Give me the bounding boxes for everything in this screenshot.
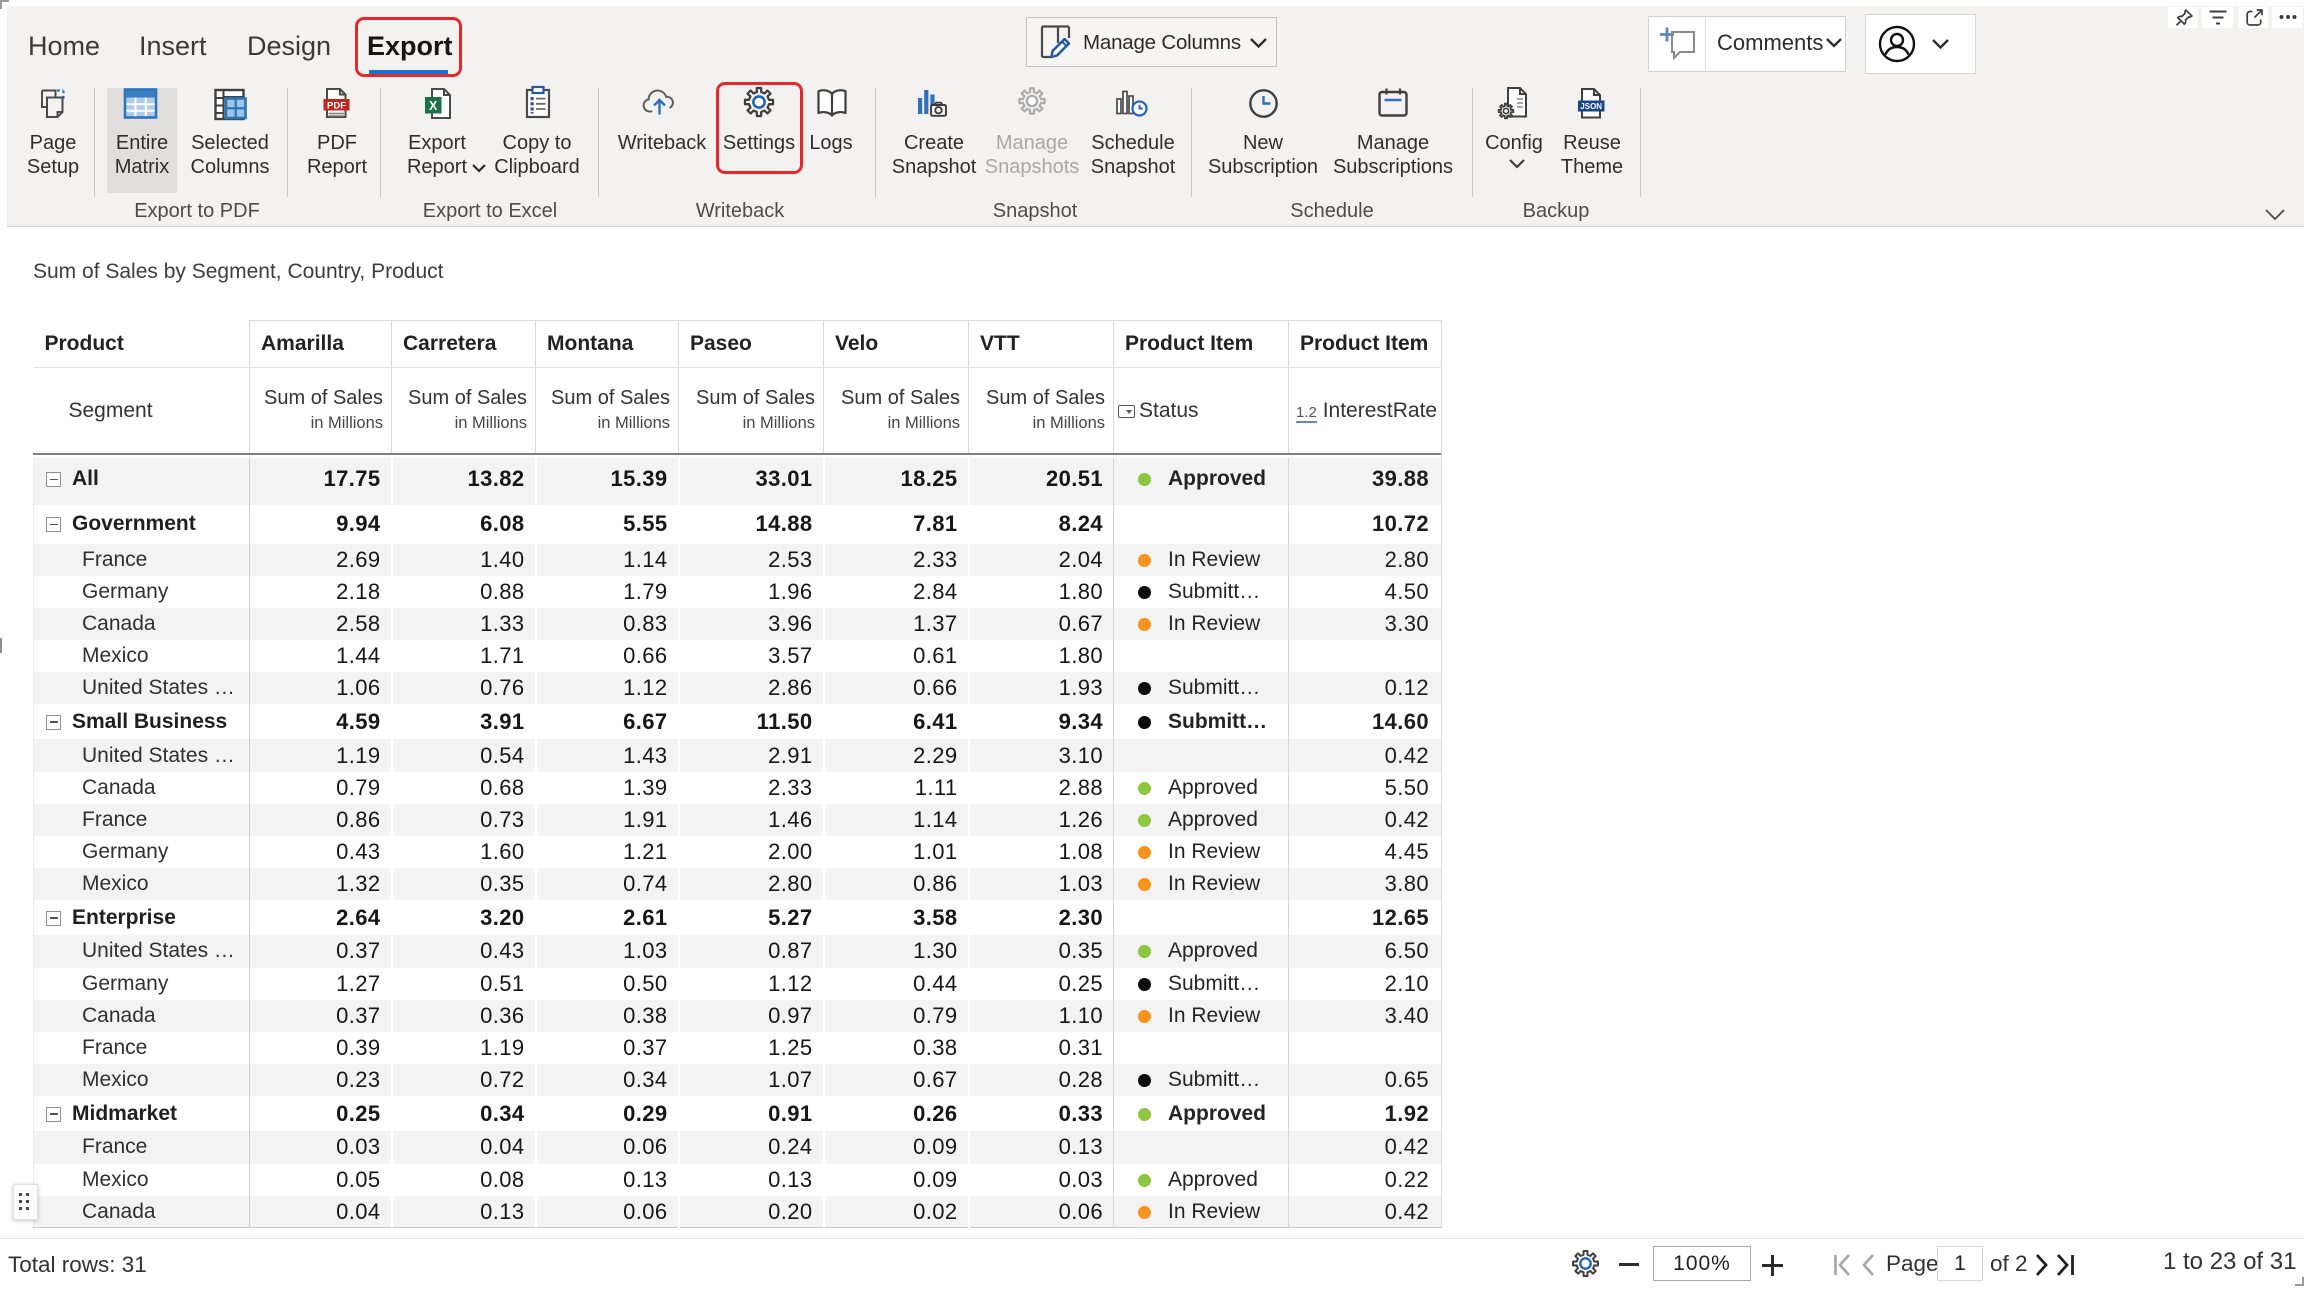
svg-text:JSON: JSON bbox=[1580, 102, 1602, 111]
svg-text:PDF: PDF bbox=[327, 100, 346, 111]
svg-text:X: X bbox=[429, 99, 438, 113]
